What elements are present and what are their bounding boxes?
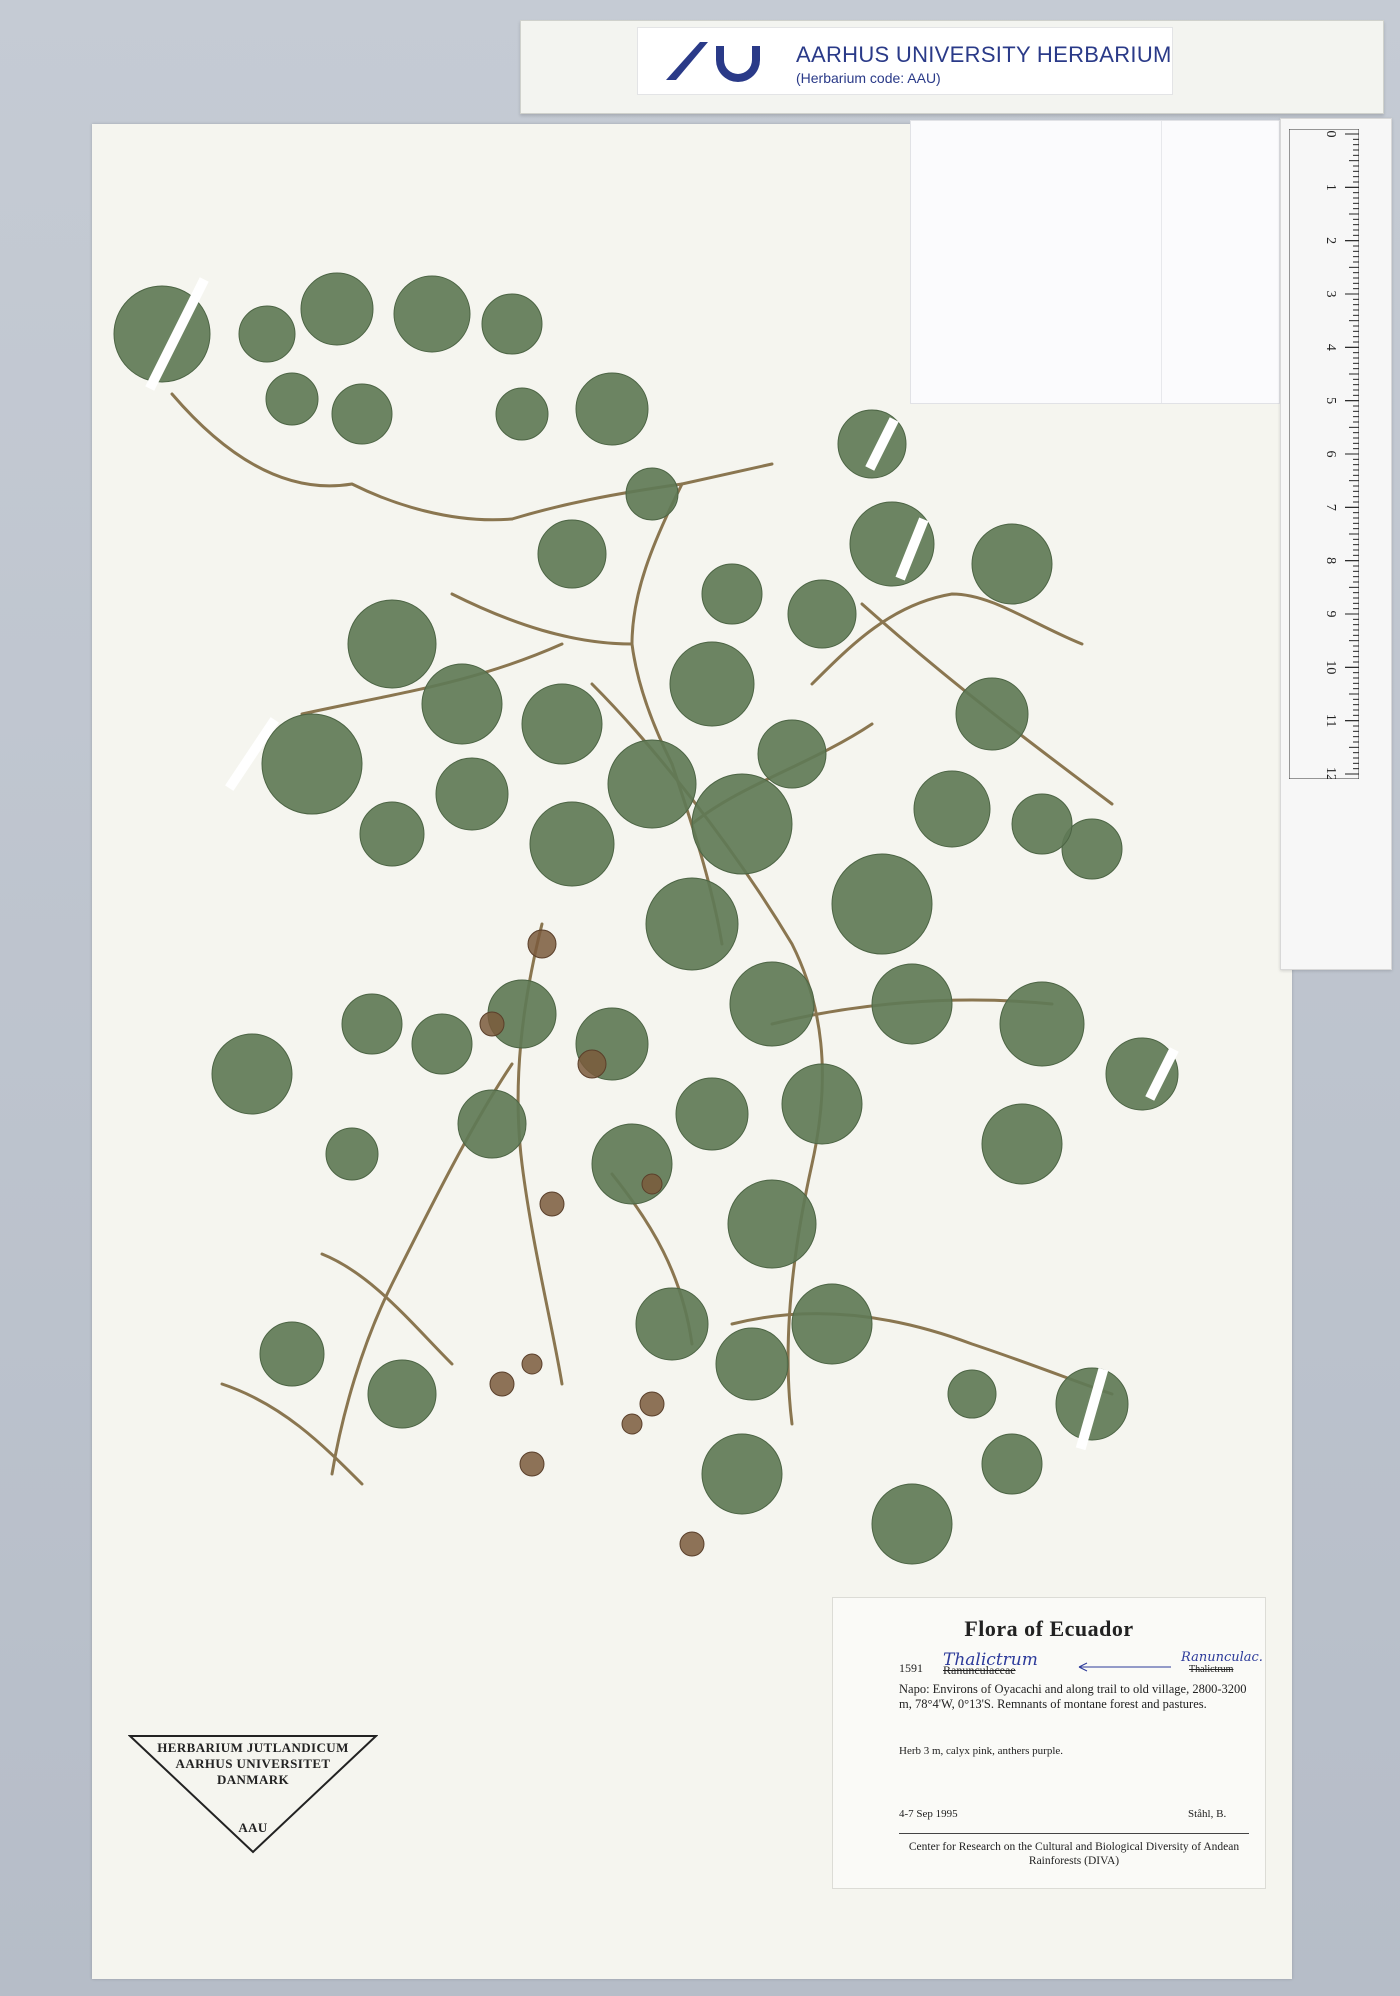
family-handwritten: Ranunculac. <box>1181 1650 1263 1665</box>
genus-struck: Thalictrum <box>1189 1664 1234 1675</box>
collector-name: Ståhl, B. <box>1188 1808 1227 1820</box>
family-struck: Ranunculaceae <box>943 1663 1016 1677</box>
fragment-envelope <box>910 120 1280 404</box>
ruler-label: 2 <box>1323 237 1338 244</box>
label-title: Flora of Ecuador <box>964 1616 1134 1641</box>
specimen-label: Flora of Ecuador 1591 Thalictrum Ranuncu… <box>832 1597 1266 1889</box>
ruler-label: 4 <box>1323 344 1338 351</box>
banner-subtitle: (Herbarium code: AAU) <box>796 70 941 86</box>
ruler-label: 6 <box>1323 451 1338 458</box>
ruler-scale: 0123456789101112 <box>1289 129 1359 779</box>
ruler-label: 11 <box>1323 714 1338 727</box>
scale-ruler: 0 1 2 3 4 5 6 7 8 9 10 11 12 <box>1280 118 1392 970</box>
envelope-fold <box>1161 121 1162 403</box>
description-text: Herb 3 m, calyx pink, anthers purple. <box>899 1745 1064 1757</box>
banner-title: AARHUS UNIVERSITY HERBARIUM <box>796 42 1172 67</box>
aarhus-logo-icon <box>666 42 760 82</box>
label-divider <box>899 1833 1249 1834</box>
ruler-label: 3 <box>1323 291 1338 298</box>
herbarium-stamp: HERBARIUM JUTLANDICUM AARHUS UNIVERSITET… <box>128 1734 378 1854</box>
ruler-label: 1 <box>1323 184 1338 191</box>
ruler-label: 10 <box>1323 660 1338 674</box>
banner-panel: AARHUS UNIVERSITY HERBARIUM (Herbarium c… <box>637 27 1173 95</box>
collection-date: 4-7 Sep 1995 <box>899 1808 958 1820</box>
herbarium-banner: AARHUS UNIVERSITY HERBARIUM (Herbarium c… <box>520 20 1384 114</box>
ruler-label: 0 <box>1323 131 1338 138</box>
ruler-label: 12 <box>1323 767 1338 779</box>
institution-text: Center for Research on the Cultural and … <box>908 1841 1240 1867</box>
ruler-label: 9 <box>1323 611 1338 618</box>
locality-text: Napo: Environs of Oyacachi and along tra… <box>899 1682 1247 1711</box>
stamp-line-1: HERBARIUM JUTLANDICUM <box>157 1740 349 1755</box>
arrow-icon <box>1078 1662 1171 1672</box>
stamp-line-3: DANMARK <box>216 1772 290 1787</box>
ruler-label: 7 <box>1323 504 1338 511</box>
ruler-label: 5 <box>1323 397 1338 404</box>
stamp-code: AAU <box>238 1820 268 1835</box>
stamp-line-2: AARHUS UNIVERSITET <box>175 1756 331 1771</box>
collection-number: 1591 <box>899 1661 923 1675</box>
ruler-label: 8 <box>1323 557 1338 564</box>
